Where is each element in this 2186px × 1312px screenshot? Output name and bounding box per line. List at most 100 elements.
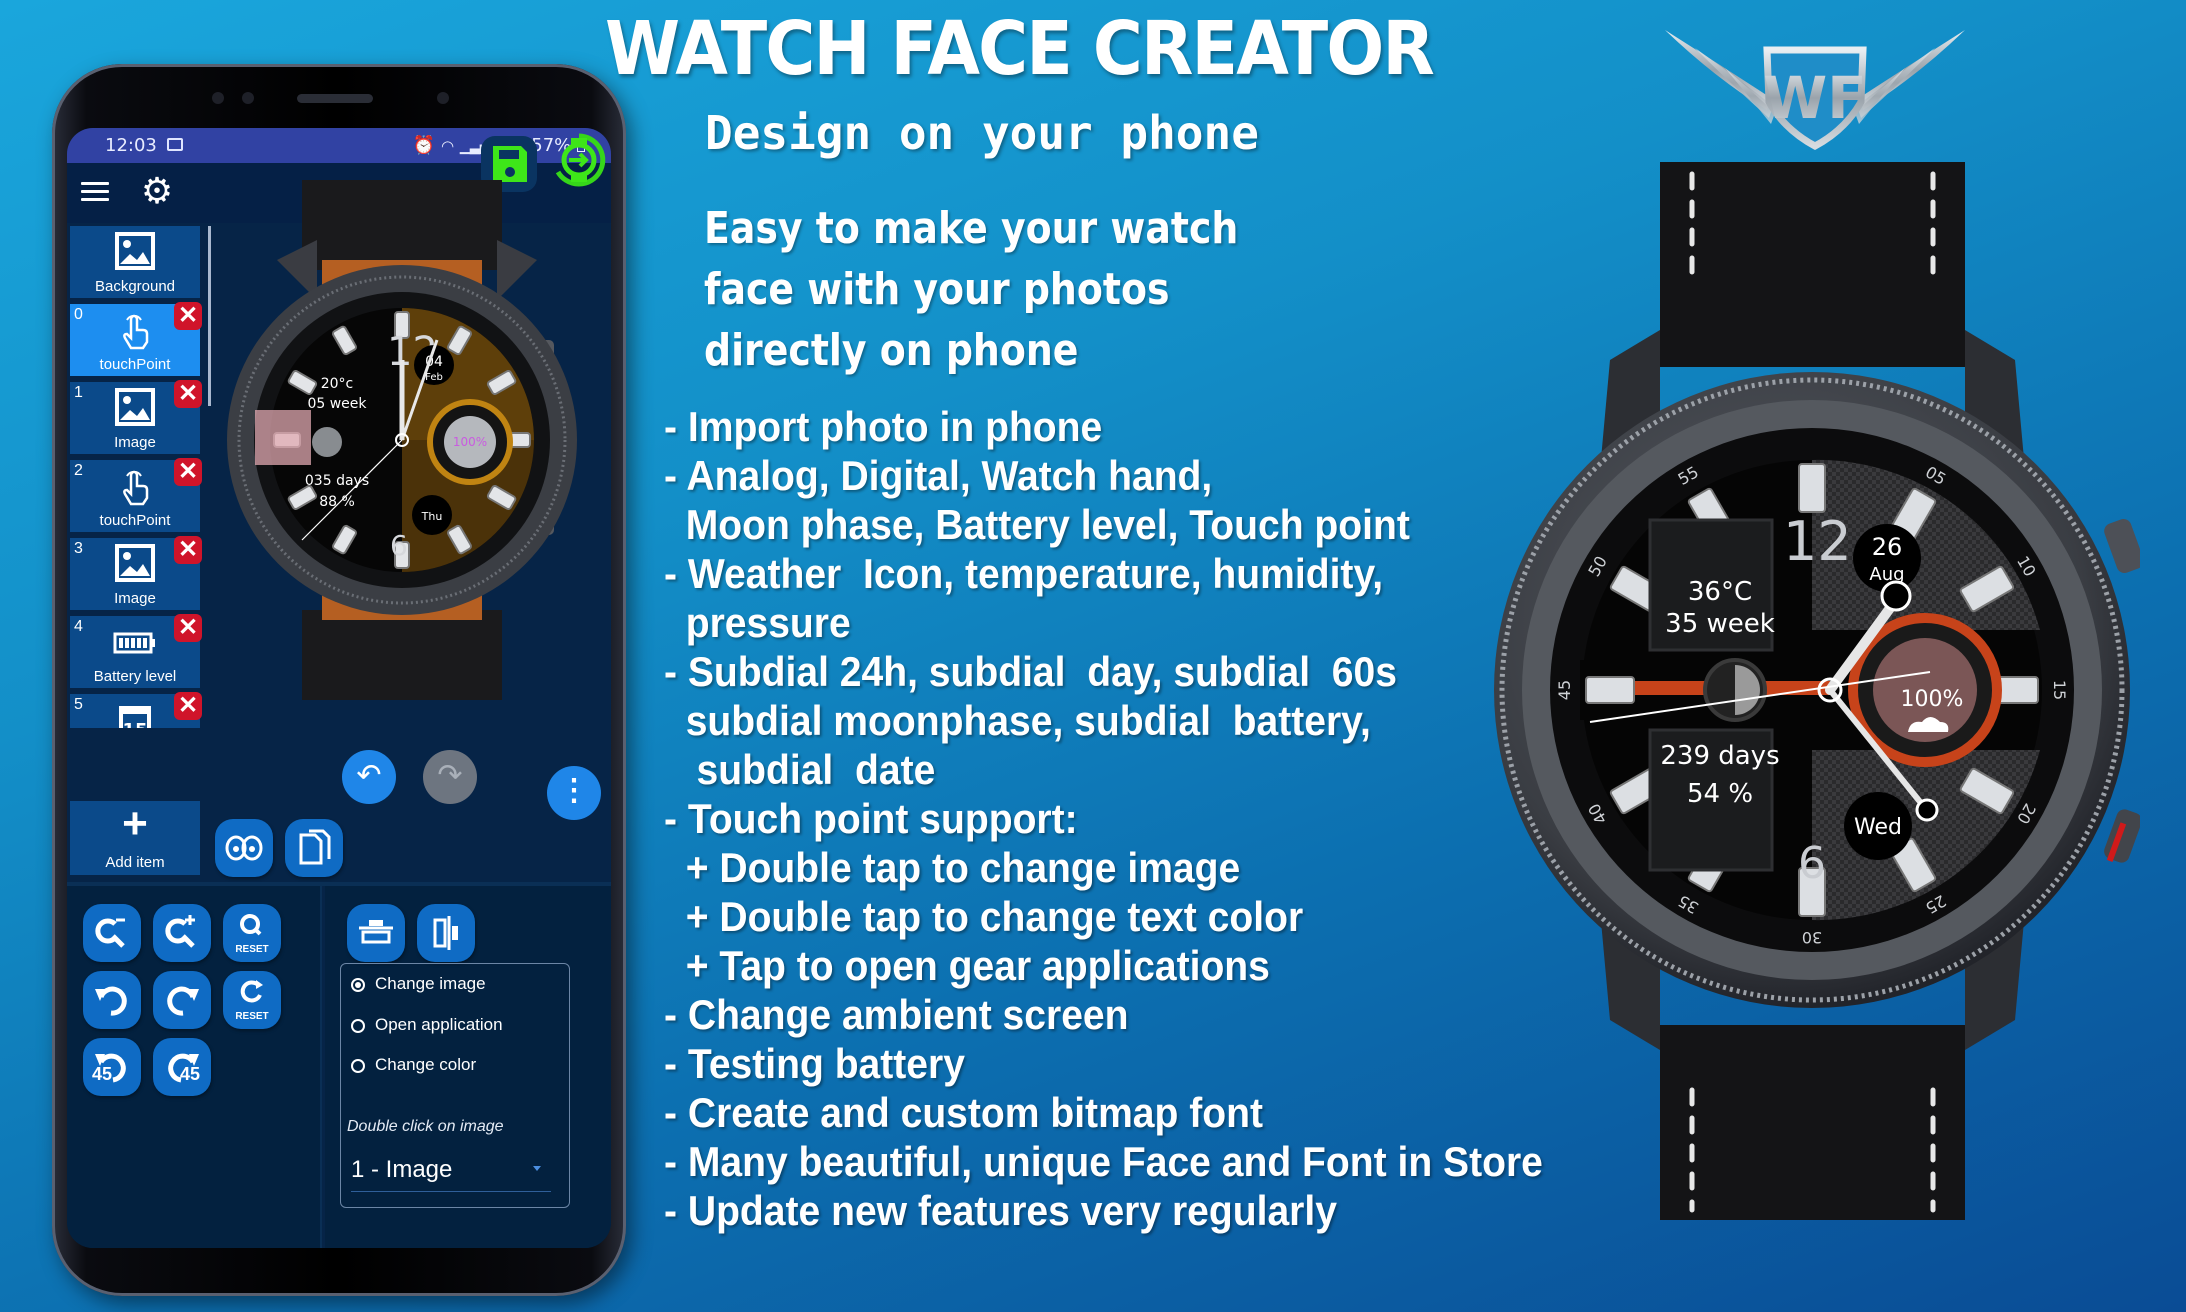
logo-right-wing [1855,30,1965,124]
temperature-text: 20°c [321,376,354,392]
gear-icon[interactable]: ⚙ [137,171,177,211]
humidity-text: 88 % [319,494,355,510]
align-horizontal-center-icon [359,920,393,944]
layer-index: 1 [74,384,83,401]
layer-item[interactable]: Background [70,226,200,298]
feature-list: - Import photo in phone - Analog, Digital… [664,402,1609,1235]
layer-index: 5 [74,696,83,713]
humidity-text: 54 % [1687,779,1753,809]
zoom-reset-button[interactable]: RESET [223,904,281,962]
numeral-12: 12 [1783,510,1852,573]
layer-list-scrollbar[interactable] [208,226,211,406]
zoom-in-button[interactable] [153,904,211,962]
bezel-number: 15 [2050,680,2069,700]
copy-button[interactable] [285,819,343,877]
layer-list: Background 0 touchPoint ✕ 1 Image ✕ 2 touchPoint… [70,226,210,844]
phone-front-camera [437,92,449,104]
layer-index: 4 [74,618,83,635]
feature-item: - Analog, Digital, Watch hand, [664,452,1213,499]
status-time: 12:03 [105,135,157,156]
feature-item: pressure [664,599,851,646]
feature-item: - Touch point support: [664,795,1078,842]
layer-index: 0 [74,306,83,323]
zoom-reset-label: RESET [235,944,269,955]
feature-item: + Double tap to change text color [664,893,1304,940]
watch-strap-top [302,180,502,270]
layer-index: 3 [74,540,83,557]
delete-layer-button[interactable]: ✕ [174,302,202,330]
logo-left-wing [1665,30,1775,124]
redo-button[interactable]: ↷ [423,750,477,804]
feature-item: - Create and custom bitmap font [664,1089,1263,1136]
alarm-icon: ⏰ [412,135,436,156]
week-text: 05 week [307,396,367,412]
rotate-reset-button[interactable]: RESET [223,971,281,1029]
image-icon [167,138,183,151]
delete-layer-button[interactable]: ✕ [174,614,202,642]
numeral-6: 6 [390,529,408,562]
add-item-label: Add item [105,854,165,871]
feature-item: - Testing battery [664,1040,965,1087]
hamburger-menu-icon[interactable] [81,179,109,203]
trigger-label: Double click on image [347,1118,504,1135]
layer-label: Image [114,590,156,607]
feature-item: - Weather Icon, temperature, humidity, [664,550,1384,597]
touch-hand-icon [113,466,157,506]
more-options-button[interactable]: ⋮ [547,766,601,820]
layer-label: Battery level [93,668,177,685]
rotate-right-button[interactable] [153,971,211,1029]
radio-label: Change color [375,1055,477,1074]
zoom-out-button[interactable] [83,904,141,962]
feature-item: subdial date [664,746,936,793]
rotate-right-45-button[interactable]: 45 [153,1038,211,1096]
image-icon [113,544,157,584]
align-horizontal-button[interactable] [347,904,405,962]
selected-touchpoint-overlay [255,410,311,465]
battery-icon [113,622,157,662]
hour-index [1798,463,1826,513]
image-icon [113,388,157,428]
target-image-select[interactable]: 1 - Image [351,1152,551,1192]
feature-item: - Import photo in phone [664,403,1103,450]
delete-layer-button[interactable]: ✕ [174,380,202,408]
rotate-left-icon [95,986,127,1016]
weekday-text: Thu [421,510,443,523]
touch-action-options: Change image Open application Change col… [340,963,570,1208]
moon-phase [312,427,342,457]
crown-top [2104,519,2140,573]
strap-top [1660,162,1965,367]
date-day-text: 26 [1872,533,1903,561]
undo-button[interactable]: ↶ [342,750,396,804]
days-text: 035 days [305,473,369,489]
watch-strap-bottom [302,610,502,700]
calendar-icon: 15 [113,700,157,728]
add-item-button[interactable]: + Add item [70,801,200,875]
delete-layer-button[interactable]: ✕ [174,458,202,486]
promo-intro: Easy to make your watch face with your p… [704,198,1325,381]
phone-sensor [212,92,224,104]
delete-layer-button[interactable]: ✕ [174,536,202,564]
delete-layer-button[interactable]: ✕ [174,692,202,720]
copy-icon [299,829,331,865]
showcase-watch: 55 05101520253035404550 12 6 36°C 35 week… [1494,162,2140,1220]
zoom-out-icon [95,918,125,948]
weekday-text: Wed [1854,815,1902,840]
radio-selected-icon [351,978,365,992]
watch-preview-canvas[interactable]: 12 6 20°c 05 week 035 days 88 % 04 Feb 1… [207,180,607,700]
phone-sensor [242,92,254,104]
feature-item: - Update new features very regularly [664,1187,1337,1234]
zoom-in-icon [165,915,195,948]
layer-label: Image [114,434,156,451]
align-vertical-button[interactable] [417,904,475,962]
week-text: 35 week [1665,609,1775,639]
radio-label: Open application [375,1015,503,1034]
layer-label: touchPoint [99,512,171,529]
rotate-right-icon [167,986,199,1016]
feature-item: + Double tap to change image [664,844,1241,891]
rotate-left-45-button[interactable]: 45 [83,1038,141,1096]
layer-label: Background [94,278,176,295]
rotate-left-button[interactable] [83,971,141,1029]
feature-item: - Many beautiful, unique Face and Font i… [664,1138,1543,1185]
hour-index [1585,676,1635,704]
preview-button[interactable] [215,819,273,877]
